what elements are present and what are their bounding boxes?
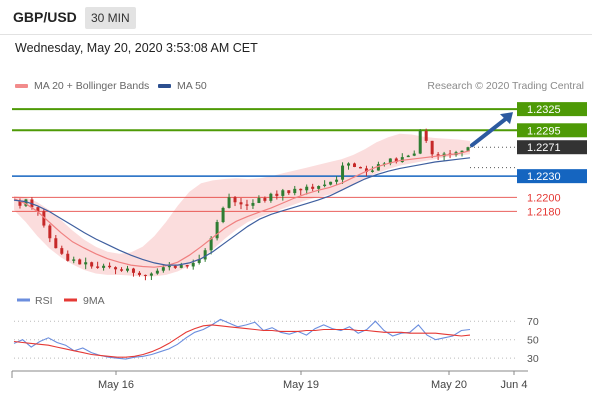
candle-body-6	[48, 225, 52, 239]
candle-body-37	[233, 197, 237, 203]
x-tick-label-2: May 20	[431, 379, 467, 391]
legend-label-rsi-9ma: 9MA	[83, 295, 105, 307]
bollinger-band	[14, 133, 470, 277]
target-value-1.2180: 1.2180	[527, 206, 561, 218]
candle-body-52	[323, 184, 327, 187]
x-tick-label-0: May 16	[98, 379, 134, 391]
candle-body-22	[143, 274, 147, 276]
candle-body-76	[466, 147, 470, 151]
candle-body-7	[54, 238, 58, 249]
candle-body-45	[281, 190, 285, 196]
candle-body-27	[173, 265, 177, 268]
candle-body-65	[400, 157, 404, 163]
candle-body-48	[299, 188, 303, 191]
candle-body-44	[275, 193, 279, 196]
candle-body-20	[131, 268, 135, 273]
candle-body-23	[149, 273, 153, 276]
candle-body-42	[263, 198, 267, 201]
candle-body-40	[251, 202, 255, 206]
candle-body-41	[257, 198, 261, 203]
candle-body-50	[311, 186, 315, 189]
candle-body-18	[120, 269, 124, 271]
candle-body-54	[335, 179, 339, 182]
candle-body-28	[179, 265, 183, 268]
legend-label-rsi: RSI	[35, 295, 53, 307]
candle-body-67	[412, 153, 416, 156]
candle-body-26	[167, 265, 171, 268]
candle-body-19	[126, 268, 129, 271]
rsi-tick-50: 50	[527, 335, 539, 347]
candle-body-12	[84, 262, 88, 265]
support-value-1.2230: 1.2230	[527, 171, 561, 183]
candle-body-30	[191, 262, 195, 267]
price-chart-svg: 1.2325 1.2295 1.2271 1.2230 1.2200 1.2180 RSI 9…	[11, 102, 587, 391]
candle-body-47	[293, 188, 297, 194]
candle-body-49	[305, 186, 309, 191]
rsi-9ma-line	[13, 324, 471, 358]
candle-body-29	[185, 265, 189, 267]
candle-body-21	[137, 272, 141, 275]
rsi-tick-30: 30	[527, 353, 539, 365]
candle-body-69	[424, 130, 428, 141]
candle-body-32	[203, 250, 207, 260]
candle-body-24	[155, 270, 159, 274]
candle-body-8	[60, 248, 64, 254]
candle-body-68	[418, 130, 422, 154]
candle-body-58	[358, 166, 362, 169]
candle-body-39	[245, 204, 249, 206]
candle-body-13	[90, 262, 94, 267]
candle-body-17	[114, 267, 118, 270]
chart-widget: GBP/USD 30 MIN Wednesday, May 20, 2020 3…	[0, 0, 592, 408]
candle-body-9	[66, 253, 70, 261]
resistance-value-1.2325: 1.2325	[527, 104, 561, 116]
candle-body-56	[347, 163, 351, 166]
current-price-value: 1.2271	[527, 142, 561, 154]
candle-body-11	[78, 259, 82, 265]
candle-body-38	[239, 202, 243, 205]
candle-body-10	[72, 259, 76, 261]
candle-body-55	[341, 165, 345, 180]
x-tick-label-3: Jun 4	[501, 379, 528, 391]
candle-body-57	[353, 163, 356, 167]
candle-body-36	[227, 197, 231, 208]
candle-body-16	[108, 265, 112, 268]
candle-body-25	[161, 267, 165, 271]
candle-body-70	[430, 140, 434, 155]
candle-body-60	[370, 170, 374, 172]
target-value-1.2200: 1.2200	[527, 192, 561, 204]
candle-body-34	[215, 222, 219, 239]
candle-body-53	[329, 181, 333, 185]
candle-body-43	[269, 193, 273, 201]
candle-body-46	[287, 190, 291, 194]
candle-body-66	[406, 155, 410, 158]
rsi-tick-70: 70	[527, 316, 539, 328]
candle-body-51	[317, 186, 321, 189]
candle-body-15	[102, 265, 106, 268]
candle-body-35	[221, 207, 225, 223]
candle-body-14	[96, 266, 100, 268]
x-tick-label-1: May 19	[283, 379, 319, 391]
resistance-value-1.2295: 1.2295	[527, 125, 561, 137]
